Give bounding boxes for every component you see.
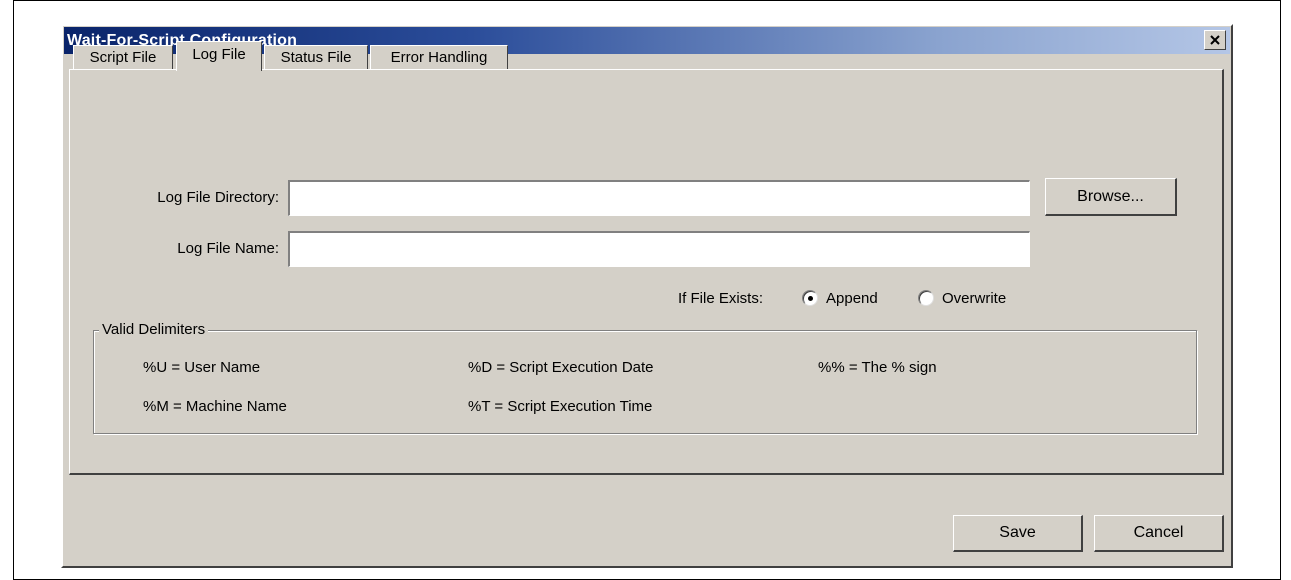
overwrite-label: Overwrite (942, 290, 1007, 307)
tab-label: Status File (280, 49, 352, 66)
overwrite-radio[interactable] (918, 290, 934, 306)
tab-label: Error Handling (390, 49, 488, 66)
browse-button[interactable]: Browse... (1045, 178, 1177, 216)
valid-delimiters-group (93, 330, 1197, 434)
append-label: Append (826, 290, 878, 307)
log-file-directory-label: Log File Directory: (157, 189, 279, 206)
delimiter-script-time: %T = Script Execution Time (468, 398, 653, 415)
radio-selected-dot (808, 296, 813, 301)
delimiter-percent-sign: %% = The % sign (818, 359, 937, 376)
save-button-label: Save (999, 524, 1036, 541)
close-button[interactable] (1204, 30, 1226, 50)
delimiter-script-date: %D = Script Execution Date (468, 359, 654, 376)
tab-label: Log File (192, 46, 246, 63)
append-radio[interactable] (802, 290, 818, 306)
save-button[interactable]: Save (953, 515, 1083, 552)
valid-delimiters-legend: Valid Delimiters (99, 321, 209, 338)
log-file-name-input[interactable] (288, 231, 1030, 267)
browse-button-label: Browse... (1077, 187, 1144, 205)
if-file-exists-label: If File Exists: (678, 290, 764, 307)
delimiter-user-name: %U = User Name (143, 359, 261, 376)
tab-error-handling[interactable]: Error Handling (370, 45, 508, 70)
log-file-name-label: Log File Name: (177, 240, 279, 257)
cancel-button-label: Cancel (1133, 524, 1184, 541)
tab-log-file[interactable]: Log File (176, 41, 262, 71)
cancel-button[interactable]: Cancel (1094, 515, 1224, 552)
tab-script-file[interactable]: Script File (73, 45, 173, 70)
tab-label: Script File (89, 49, 157, 66)
tab-status-file[interactable]: Status File (264, 45, 368, 70)
close-icon (1210, 35, 1220, 45)
log-file-directory-input[interactable] (288, 180, 1030, 216)
delimiter-machine-name: %M = Machine Name (143, 398, 287, 415)
